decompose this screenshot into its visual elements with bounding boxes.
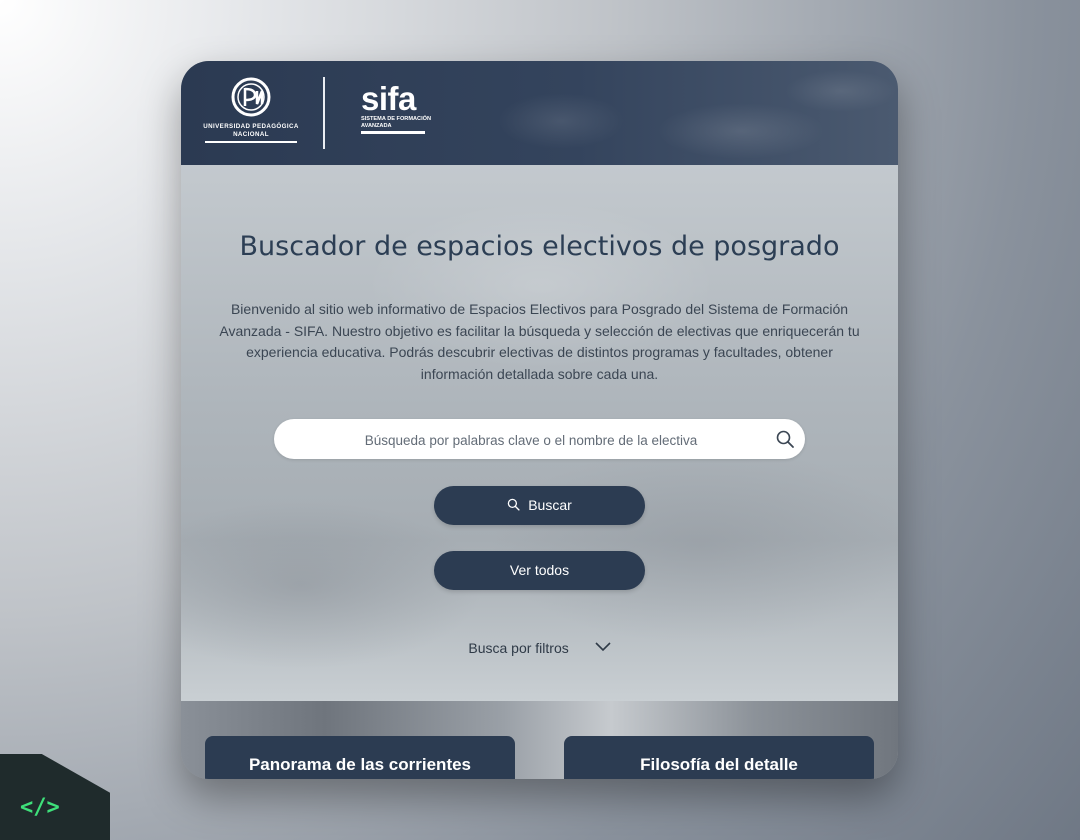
sifa-wordmark: sifa <box>361 80 416 117</box>
search-icon[interactable] <box>775 429 795 449</box>
elective-card[interactable]: Filosofía del detalle <box>564 736 874 779</box>
header: UNIVERSIDAD PEDAGÓGICA NACIONAL sifa SIS… <box>181 61 898 165</box>
filters-toggle[interactable]: Busca por filtros <box>181 640 898 656</box>
sifa-logo[interactable]: sifa SISTEMA DE FORMACIÓN AVANZADA <box>361 80 432 134</box>
code-icon: </> <box>20 795 60 820</box>
upn-logo[interactable]: UNIVERSIDAD PEDAGÓGICA NACIONAL <box>203 77 299 149</box>
upn-name: UNIVERSIDAD PEDAGÓGICA NACIONAL <box>203 123 299 138</box>
intro-text: Bienvenido al sitio web informativo de E… <box>219 301 860 382</box>
upn-emblem-icon <box>231 77 271 117</box>
main-card: UNIVERSIDAD PEDAGÓGICA NACIONAL sifa SIS… <box>181 61 898 779</box>
filters-label: Busca por filtros <box>468 640 569 656</box>
sifa-subtitle-line1: SISTEMA DE FORMACIÓN <box>361 116 432 122</box>
view-all-button-label: Ver todos <box>509 562 570 578</box>
upn-logo-underline <box>205 141 297 143</box>
search-icon <box>507 498 520 511</box>
page-title: Buscador de espacios electivos de posgra… <box>239 231 840 262</box>
elective-card-title: Panorama de las corrientes <box>248 755 472 774</box>
search-section: Buscador de espacios electivos de posgra… <box>181 165 898 701</box>
search-button[interactable]: Buscar <box>434 486 645 525</box>
search-input[interactable] <box>294 419 768 461</box>
chevron-down-icon <box>595 642 611 652</box>
logo-divider <box>323 77 325 149</box>
elective-card[interactable]: Panorama de las corrientes <box>205 736 515 779</box>
search-bar <box>274 419 805 461</box>
sifa-subtitle-line2: AVANZADA <box>361 123 392 129</box>
elective-card-title: Filosofía del detalle <box>640 755 798 774</box>
view-all-button[interactable]: Ver todos <box>434 551 645 590</box>
electives-section: Panorama de las corrientes Filosofía del… <box>181 701 898 779</box>
sifa-logo-bar <box>361 131 425 134</box>
search-button-label: Buscar <box>528 497 572 513</box>
